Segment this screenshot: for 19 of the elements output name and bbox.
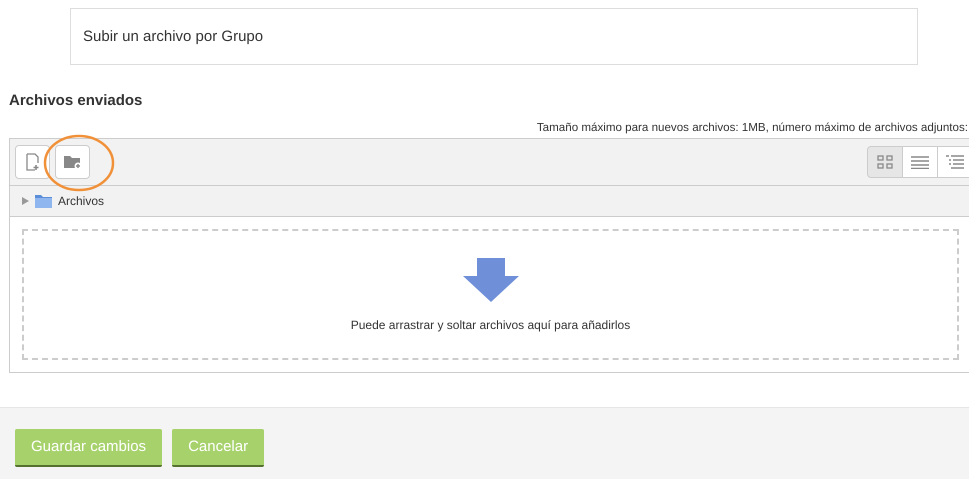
tree-view-icon — [946, 155, 964, 169]
grid-view-icon — [877, 155, 893, 169]
dropzone[interactable]: Puede arrastrar y soltar archivos aquí para añadirlos — [22, 229, 959, 360]
folder-name[interactable]: Archivos — [58, 194, 104, 208]
section-title: Archivos enviados — [9, 92, 144, 109]
down-arrow-icon — [462, 258, 518, 302]
list-view-button[interactable] — [902, 146, 938, 178]
add-file-button[interactable] — [15, 145, 50, 179]
folder-icon — [35, 194, 52, 208]
dropzone-text: Puede arrastrar y soltar archivos aquí para añadirlos — [350, 318, 630, 332]
description-text: Subir un archivo por Grupo — [83, 28, 264, 45]
add-folder-button[interactable] — [55, 145, 90, 179]
expand-arrow-icon — [22, 197, 29, 205]
file-limits-text: Tamaño máximo para nuevos archivos: 1MB, número máximo de archivos adjuntos: — [536, 121, 968, 134]
list-view-icon — [911, 156, 929, 168]
add-file-icon — [26, 153, 40, 171]
tree-view-button[interactable] — [937, 146, 969, 178]
add-folder-icon — [64, 154, 82, 170]
icons-view-button[interactable] — [867, 146, 903, 178]
